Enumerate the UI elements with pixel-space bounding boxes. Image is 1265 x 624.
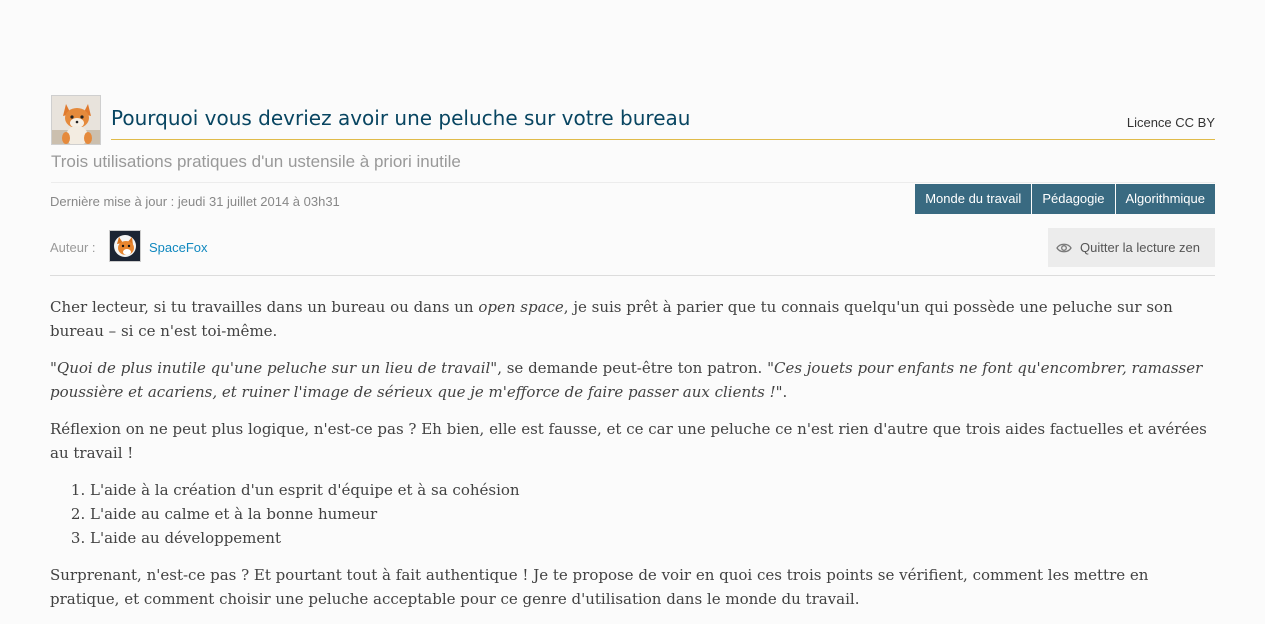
paragraph-intro: Cher lecteur, si tu travailles dans un b… <box>50 295 1215 343</box>
last-update-date: Dernière mise à jour : jeudi 31 juillet … <box>50 194 340 209</box>
aids-list: L'aide à la création d'un esprit d'équip… <box>50 478 1215 550</box>
list-item: L'aide au calme et à la bonne humeur <box>90 502 1215 526</box>
exit-zen-reading-label: Quitter la lecture zen <box>1080 240 1200 255</box>
paragraph-text: Cher lecteur, si tu travailles dans un b… <box>50 298 479 316</box>
paragraph-text: , se demande peut-être ton patron. <box>497 359 768 377</box>
tag-monde-du-travail[interactable]: Monde du travail <box>915 184 1032 214</box>
tag-algorithmique[interactable]: Algorithmique <box>1115 184 1215 214</box>
article-body: Cher lecteur, si tu travailles dans un b… <box>50 295 1215 611</box>
author-label: Auteur : <box>50 240 96 255</box>
article-header: Pourquoi vous devriez avoir une peluche … <box>50 95 1215 147</box>
fox-avatar[interactable] <box>109 230 141 262</box>
eye-icon <box>1056 242 1072 254</box>
exit-zen-reading-button[interactable]: Quitter la lecture zen <box>1048 228 1215 267</box>
paragraph-quote: "Quoi de plus inutile qu'une peluche sur… <box>50 356 1215 404</box>
plush-fox-image <box>51 95 101 145</box>
list-item: L'aide à la création d'un esprit d'équip… <box>90 478 1215 502</box>
meta-row: Dernière mise à jour : jeudi 31 juillet … <box>50 183 1215 229</box>
quote-text: "Quoi de plus inutile qu'une peluche sur… <box>50 359 498 377</box>
article-container: Pourquoi vous devriez avoir une peluche … <box>50 95 1215 624</box>
paragraph-conclusion: Surprenant, n'est-ce pas ? Et pourtant t… <box>50 566 1149 608</box>
title-bar: Pourquoi vous devriez avoir une peluche … <box>111 95 1215 140</box>
license-label: Licence CC BY <box>1126 115 1215 130</box>
author-row: Auteur : SpaceFox Quitter la lecture zen <box>50 228 1215 276</box>
emphasis-text: open space <box>478 298 564 316</box>
article-title: Pourquoi vous devriez avoir une peluche … <box>111 106 691 130</box>
paragraph-text: . <box>782 383 788 401</box>
article-subtitle: Trois utilisations pratiques d'un ustens… <box>51 152 1215 183</box>
paragraph-reflection: Réflexion on ne peut plus logique, n'est… <box>50 420 1207 462</box>
list-item: L'aide au développement <box>90 526 1215 550</box>
tag-list: Monde du travail Pédagogie Algorithmique <box>915 184 1215 214</box>
tag-pedagogie[interactable]: Pédagogie <box>1032 184 1115 214</box>
author-name-link[interactable]: SpaceFox <box>149 240 208 255</box>
